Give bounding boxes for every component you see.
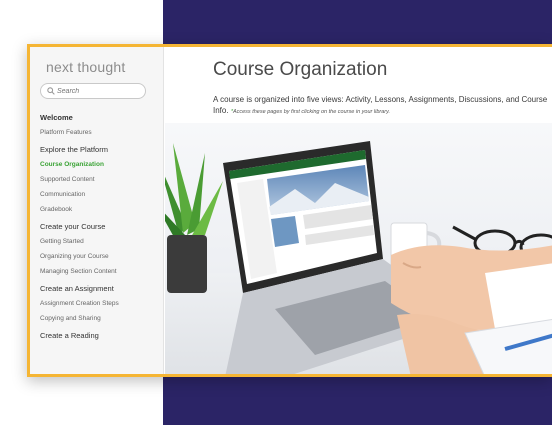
- sidebar-item-managing-section-content[interactable]: Managing Section Content: [40, 268, 160, 275]
- sidebar-item-communication[interactable]: Communication: [40, 191, 160, 198]
- app-logo: next thought: [46, 59, 126, 75]
- nav-heading-create-course[interactable]: Create your Course: [40, 222, 160, 231]
- nav-group-create-assignment: Create an Assignment Assignment Creation…: [40, 284, 160, 322]
- description-note: *Access these pages by first clicking on…: [231, 109, 390, 115]
- sidebar-item-platform-features[interactable]: Platform Features: [40, 129, 160, 136]
- sidebar-item-assignment-creation-steps[interactable]: Assignment Creation Steps: [40, 300, 160, 307]
- nav-group-welcome: Welcome Platform Features: [40, 113, 160, 136]
- nav-heading-create-assignment[interactable]: Create an Assignment: [40, 284, 160, 293]
- sidebar-nav: Welcome Platform Features Explore the Pl…: [40, 113, 160, 349]
- sidebar-item-course-organization[interactable]: Course Organization: [40, 161, 160, 168]
- nav-heading-explore[interactable]: Explore the Platform: [40, 145, 160, 154]
- sidebar-item-gradebook[interactable]: Gradebook: [40, 206, 160, 213]
- search-icon: [47, 87, 55, 95]
- sidebar-item-organizing-course[interactable]: Organizing your Course: [40, 253, 160, 260]
- main-content: Course Organization A course is organize…: [165, 47, 552, 374]
- nav-group-create-course: Create your Course Getting Started Organ…: [40, 222, 160, 275]
- sidebar-item-copying-sharing[interactable]: Copying and Sharing: [40, 315, 160, 322]
- nav-heading-welcome[interactable]: Welcome: [40, 113, 160, 122]
- app-window: next thought Welcome Platform Features E…: [27, 44, 552, 377]
- nav-group-explore: Explore the Platform Course Organization…: [40, 145, 160, 213]
- search-box[interactable]: [40, 83, 146, 99]
- note-text: Access these pages by first clicking on …: [232, 109, 390, 115]
- laptop-photo: [165, 123, 552, 374]
- sidebar: next thought Welcome Platform Features E…: [30, 47, 164, 374]
- sidebar-item-getting-started[interactable]: Getting Started: [40, 238, 160, 245]
- page-title: Course Organization: [213, 59, 388, 80]
- nav-heading-create-reading[interactable]: Create a Reading: [40, 331, 160, 340]
- search-input[interactable]: [57, 85, 143, 97]
- nav-group-create-reading: Create a Reading: [40, 331, 160, 340]
- page-description: A course is organized into five views: A…: [213, 94, 552, 118]
- sidebar-item-supported-content[interactable]: Supported Content: [40, 176, 160, 183]
